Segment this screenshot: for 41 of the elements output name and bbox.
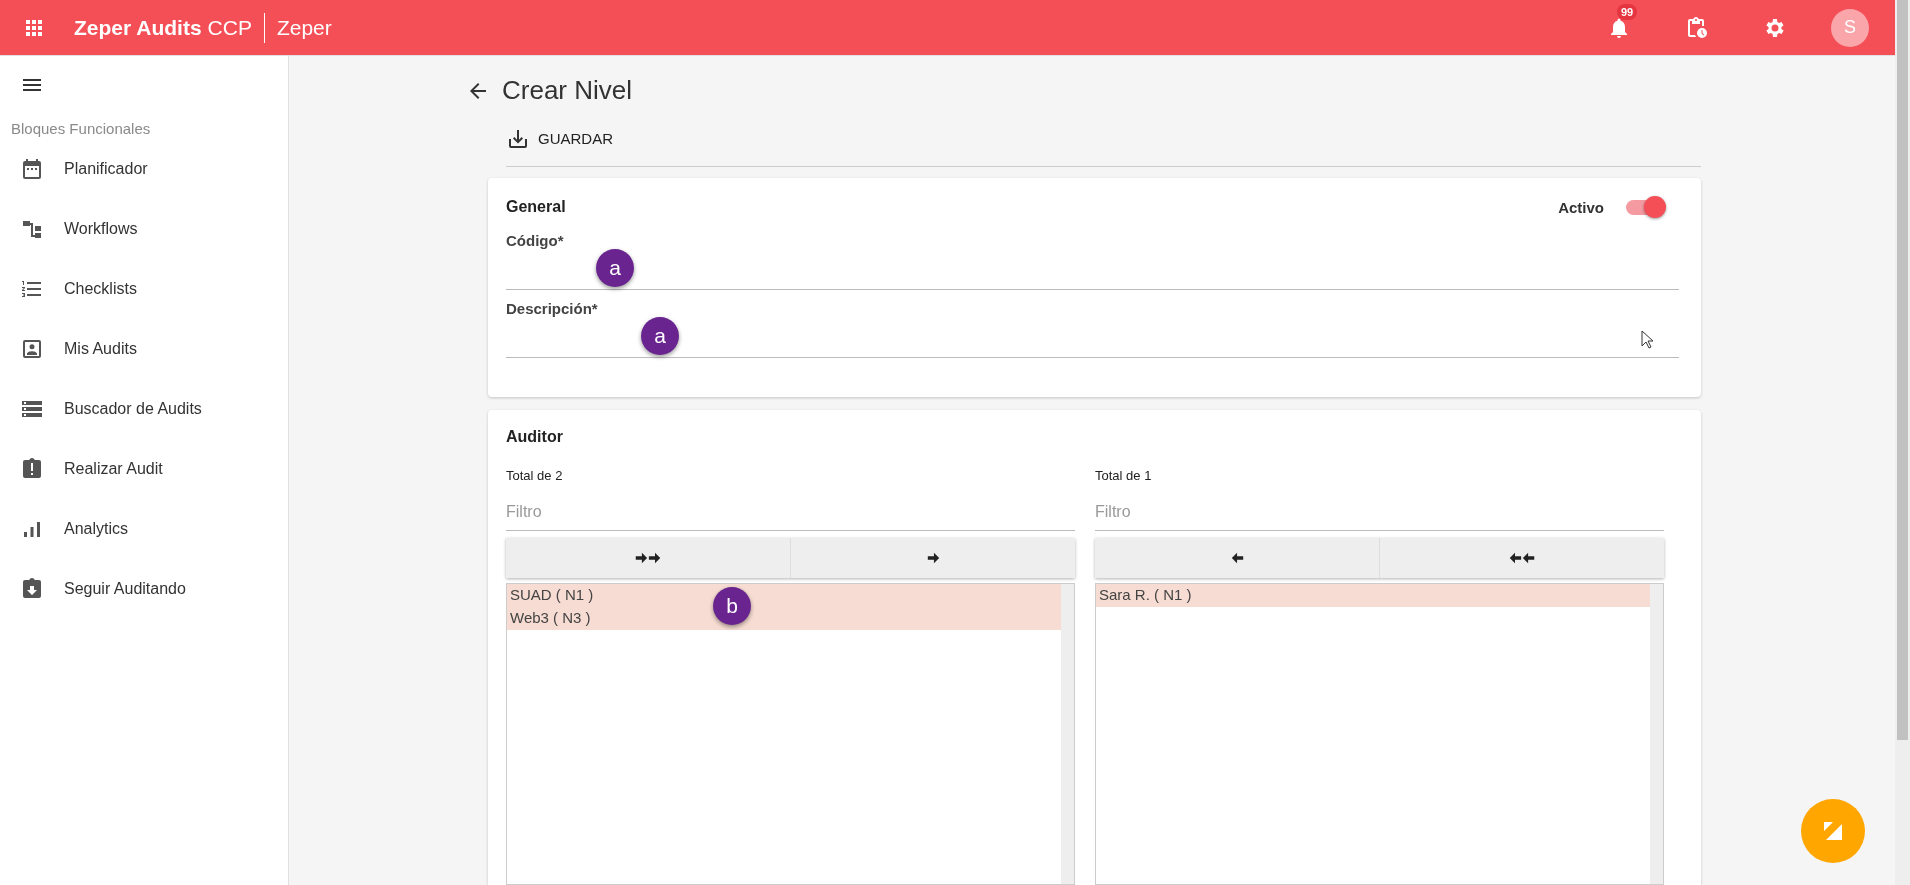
save-button[interactable]: GUARDAR bbox=[506, 125, 613, 152]
company-name: Zeper bbox=[276, 15, 332, 40]
clipboard-alert-icon bbox=[20, 457, 44, 481]
double-left-arrow-icon bbox=[1507, 551, 1537, 565]
sidebar-item[interactable]: Realizar Audit bbox=[64, 460, 163, 478]
app-title: Zeper Audits bbox=[74, 15, 202, 40]
field-label: Código* bbox=[506, 232, 565, 250]
sidebar-item[interactable]: Analytics bbox=[64, 520, 129, 538]
sidebar-section-title: Bloques Funcionales bbox=[11, 120, 152, 137]
card-title: Auditor bbox=[506, 428, 564, 446]
notification-count: 99 bbox=[1617, 3, 1638, 20]
left-arrow-icon bbox=[1229, 551, 1245, 565]
list-scrollbar[interactable] bbox=[1650, 584, 1663, 884]
card-title: General bbox=[506, 198, 566, 217]
filter-field[interactable]: Filtro bbox=[506, 497, 1075, 531]
right-arrow-icon bbox=[925, 551, 941, 565]
active-toggle[interactable] bbox=[1626, 196, 1666, 219]
sidebar-item[interactable]: Seguir Auditando bbox=[64, 580, 186, 598]
list-total: Total de 1 bbox=[1095, 468, 1153, 483]
page-scrollbar[interactable] bbox=[1895, 0, 1910, 885]
clipboard-clock-icon[interactable] bbox=[1685, 15, 1709, 40]
filter-field[interactable]: Filtro bbox=[1095, 497, 1664, 531]
person-card-icon bbox=[20, 337, 44, 361]
sidebar-item[interactable]: Checklists bbox=[64, 280, 137, 298]
list-item[interactable]: Sara R. ( N1 ) bbox=[1096, 584, 1650, 607]
list-total: Total de 2 bbox=[506, 468, 564, 483]
annotation-marker: a bbox=[596, 249, 634, 288]
toggle-label: Activo bbox=[1558, 198, 1604, 216]
sidebar-item[interactable]: Workflows bbox=[64, 220, 138, 238]
mouse-cursor-icon bbox=[1641, 330, 1655, 350]
sidebar-item[interactable]: Planificador bbox=[64, 160, 148, 178]
calendar-icon bbox=[20, 157, 44, 181]
clipboard-download-icon bbox=[20, 577, 44, 601]
field-label: Descripción* bbox=[506, 300, 599, 318]
sidebar-item[interactable]: Buscador de Audits bbox=[64, 400, 202, 418]
annotation-marker: a bbox=[641, 317, 679, 356]
app-subtitle: CCP bbox=[207, 15, 252, 40]
list-scrollbar[interactable] bbox=[1061, 584, 1074, 884]
sidebar-item[interactable]: Mis Audits bbox=[64, 340, 137, 358]
page-title: Crear Nivel bbox=[502, 75, 633, 107]
double-right-arrow-icon bbox=[633, 551, 663, 565]
